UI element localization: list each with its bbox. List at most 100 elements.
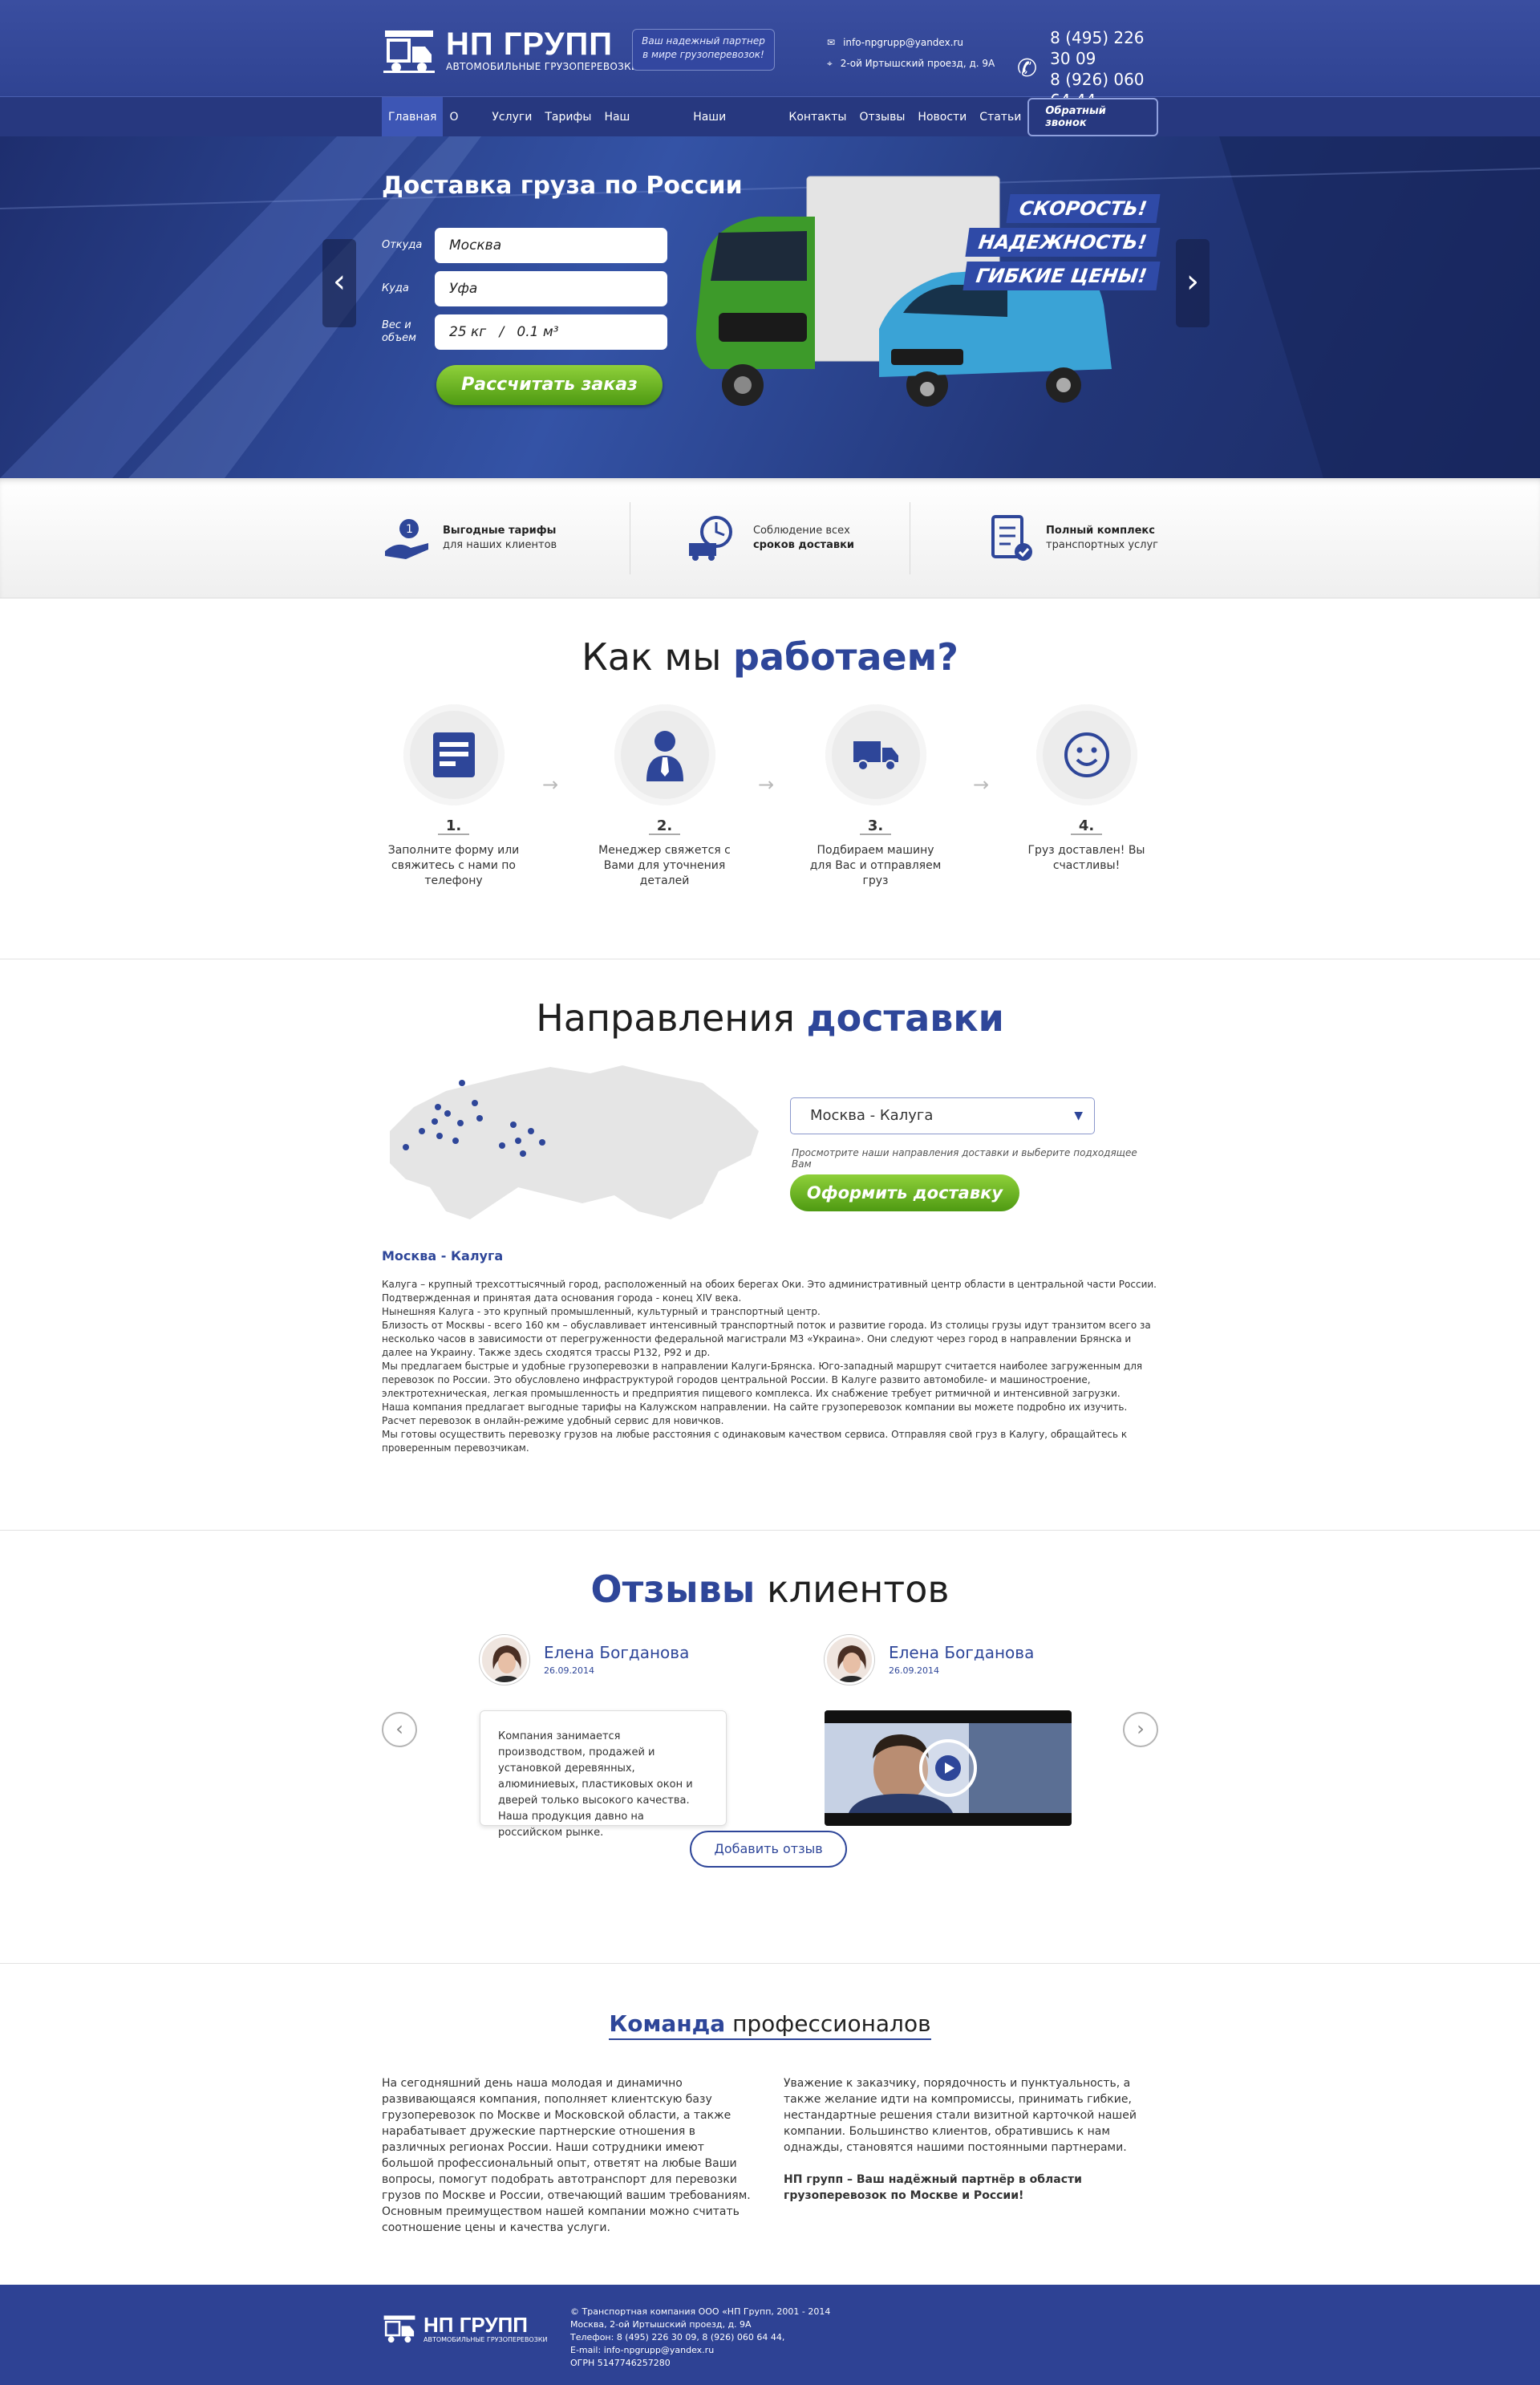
- select-hint: Просмотрите наши направления доставки и …: [792, 1147, 1137, 1170]
- nav-item-tariffs[interactable]: Тарифы: [538, 97, 598, 137]
- slogan-line: в мире грузоперевозок!: [642, 49, 764, 60]
- tagline: СКОРОСТЬ!: [1006, 194, 1161, 223]
- review-date: 26.09.2014: [889, 1665, 939, 1676]
- order-delivery-button[interactable]: Оформить доставку: [790, 1174, 1019, 1211]
- step-number: 1.: [437, 818, 470, 835]
- callback-button[interactable]: Обратный звонок: [1027, 98, 1158, 136]
- to-label: Куда: [382, 282, 409, 294]
- to-input[interactable]: Уфа: [435, 271, 667, 306]
- nav-item-fleet[interactable]: Наш автопарк: [598, 97, 687, 164]
- tagline: НАДЕЖНОСТЬ!: [965, 228, 1161, 257]
- weight-label-line: объем: [382, 332, 416, 344]
- nav-item-news[interactable]: Новости: [911, 97, 973, 137]
- review-video[interactable]: [825, 1710, 1072, 1826]
- nav-item-about[interactable]: О нас: [443, 97, 485, 164]
- step-item: 4. Груз доставлен! Вы счастливы!: [1016, 704, 1157, 889]
- site-header: НП ГРУПП АВТОМОБИЛЬНЫЕ ГРУЗОПЕРЕВОЗКИ Ва…: [0, 0, 1540, 110]
- brand-name: НП ГРУПП: [446, 26, 613, 62]
- avatar: [480, 1635, 529, 1685]
- main-nav: Главная О нас Услуги Тарифы Наш автопарк…: [0, 96, 1540, 164]
- hand-coin-icon: 1: [385, 519, 428, 559]
- team-section: Команда профессионалов На сегодняшний де…: [0, 1964, 1540, 2291]
- from-input[interactable]: Москва: [435, 228, 667, 263]
- play-icon[interactable]: [919, 1739, 977, 1797]
- step-text: Груз доставлен! Вы счастливы!: [1027, 844, 1145, 872]
- add-review-button[interactable]: Добавить отзыв: [690, 1831, 847, 1868]
- step-item: 3. Подбираем машину для Вас и отправляем…: [805, 704, 946, 889]
- section-title: Направления доставки: [382, 996, 1158, 1040]
- team-column: На сегодняшний день наша молодая и динам…: [382, 2077, 751, 2234]
- title-part: Как мы: [582, 635, 734, 679]
- title-accent: Команда: [609, 2010, 726, 2037]
- feature-bold: Полный комплекс: [1046, 525, 1155, 537]
- feature-item: Полный комплекс транспортных услуг: [942, 513, 1158, 563]
- city-description: Калуга – крупный трехсоттысячный город, …: [382, 1279, 1157, 1454]
- arrow-right-icon: →: [758, 773, 775, 796]
- review-text: Компания занимается производством, прода…: [480, 1710, 727, 1839]
- site-footer: НП ГРУПП АВТОМОБИЛЬНЫЕ ГРУЗОПЕРЕВОЗКИ © …: [0, 2285, 1540, 2385]
- feature-bold: Выгодные тарифы: [443, 525, 557, 537]
- nav-item-home[interactable]: Главная: [382, 97, 444, 137]
- slider-next-arrow[interactable]: ›: [1176, 239, 1210, 327]
- slogan: Ваш надежный партнер в мире грузоперевоз…: [632, 29, 775, 71]
- svg-text:1: 1: [406, 523, 413, 536]
- step-item: 2. Менеджер свяжется с Вами для уточнени…: [594, 704, 735, 889]
- feature-item: 1 Выгодные тарифы для наших клиентов: [382, 516, 598, 561]
- slider-prev-arrow[interactable]: ‹: [322, 239, 356, 327]
- footer-info: © Транспортная компания ООО «НП Групп, 2…: [570, 2306, 830, 2370]
- nav-item-guarantees[interactable]: Наши гарантии: [687, 97, 782, 164]
- feature-item: Соблюдение всех сроков доставки: [663, 514, 878, 562]
- review-date: 26.09.2014: [544, 1665, 594, 1676]
- step-text: Менеджер свяжется с Вами для уточнения д…: [598, 844, 731, 887]
- section-title: Как мы работаем?: [382, 635, 1158, 679]
- header-contacts: ✉ info-npgrupp@yandex.ru ⌖ 2-ой Иртышский …: [827, 32, 995, 74]
- nav-item-contacts[interactable]: Контакты: [782, 97, 853, 137]
- section-title: Отзывы клиентов: [382, 1568, 1158, 1611]
- nav-item-services[interactable]: Услуги: [485, 97, 538, 137]
- header-email[interactable]: info-npgrupp@yandex.ru: [843, 32, 963, 53]
- team-highlight: НП групп – Ваш надёжный партнёр в област…: [784, 2173, 1082, 2202]
- footer-line: Москва, 2-ой Иртышский проезд, д. 9А: [570, 2319, 752, 2330]
- chevron-down-icon: ▼: [1074, 1109, 1083, 1122]
- team-column: Уважение к заказчику, порядочность и пун…: [784, 2075, 1158, 2236]
- footer-line: Телефон: 8 (495) 226 30 09, 8 (926) 060 …: [570, 2332, 785, 2342]
- calculate-order-button[interactable]: Рассчитать заказ: [436, 365, 663, 405]
- smiley-icon: [1064, 732, 1109, 777]
- weight-volume-input[interactable]: 25 кг / 0.1 м³: [435, 314, 667, 350]
- reviews-prev-arrow[interactable]: ‹: [382, 1712, 417, 1747]
- step-text: Подбираем машину для Вас и отправляем гр…: [809, 844, 942, 887]
- slogan-line: Ваш надежный партнер: [642, 35, 765, 47]
- truck-clock-icon: [688, 516, 732, 561]
- hero-taglines: СКОРОСТЬ! НАДЕЖНОСТЬ! ГИБКИЕ ЦЕНЫ!: [962, 194, 1161, 295]
- how-we-work-section: Как мы работаем? 1. Заполните форму или …: [0, 598, 1540, 959]
- nav-item-articles[interactable]: Статьи: [973, 97, 1027, 137]
- nav-item-reviews[interactable]: Отзывы: [853, 97, 911, 137]
- title-accent: Отзывы: [590, 1568, 756, 1611]
- section-title: Команда профессионалов: [382, 2010, 1158, 2040]
- phone-icon: ✆: [1017, 55, 1038, 83]
- arrow-right-icon: →: [542, 773, 559, 796]
- feature-bold: сроков доставки: [752, 539, 855, 551]
- logo[interactable]: НП ГРУПП АВТОМОБИЛЬНЫЕ ГРУЗОПЕРЕВОЗКИ: [382, 22, 638, 77]
- from-label: Откуда: [382, 239, 423, 251]
- calc-form: Откуда Москва Куда Уфа Вес и объем 25 кг…: [382, 228, 667, 358]
- feature-text: Соблюдение всех: [752, 525, 850, 537]
- team-paragraph: Уважение к заказчику, порядочность и пун…: [784, 2077, 1137, 2154]
- destination-select[interactable]: Москва - Калуга ▼: [790, 1097, 1095, 1134]
- step-number: 3.: [859, 818, 892, 835]
- footer-email[interactable]: E-mail: info-npgrupp@yandex.ru: [570, 2344, 830, 2357]
- destinations-section: Направления доставки Москва - Калуга ▼ Пр…: [0, 959, 1540, 1531]
- step-number: 2.: [648, 818, 681, 835]
- reviews-next-arrow[interactable]: ›: [1123, 1712, 1158, 1747]
- footer-line: ОГРН 5147746257280: [570, 2358, 671, 2368]
- mail-icon: ✉: [827, 37, 836, 48]
- phone-number[interactable]: 8 (495) 226 30 09: [1050, 27, 1158, 69]
- title-part: клиентов: [755, 1568, 950, 1611]
- step-item: 1. Заполните форму или свяжитесь с нами …: [383, 704, 524, 889]
- features-bar: 1 Выгодные тарифы для наших клиентов Собл…: [0, 478, 1540, 598]
- avatar: [825, 1635, 874, 1685]
- footer-logo[interactable]: НП ГРУПП АВТОМОБИЛЬНЫЕ ГРУЗОПЕРЕВОЗКИ: [382, 2310, 548, 2346]
- brand-subtitle: АВТОМОБИЛЬНЫЕ ГРУЗОПЕРЕВОЗКИ: [424, 2335, 548, 2343]
- form-icon: [432, 732, 475, 777]
- step-text: Заполните форму или свяжитесь с нами по …: [387, 844, 520, 887]
